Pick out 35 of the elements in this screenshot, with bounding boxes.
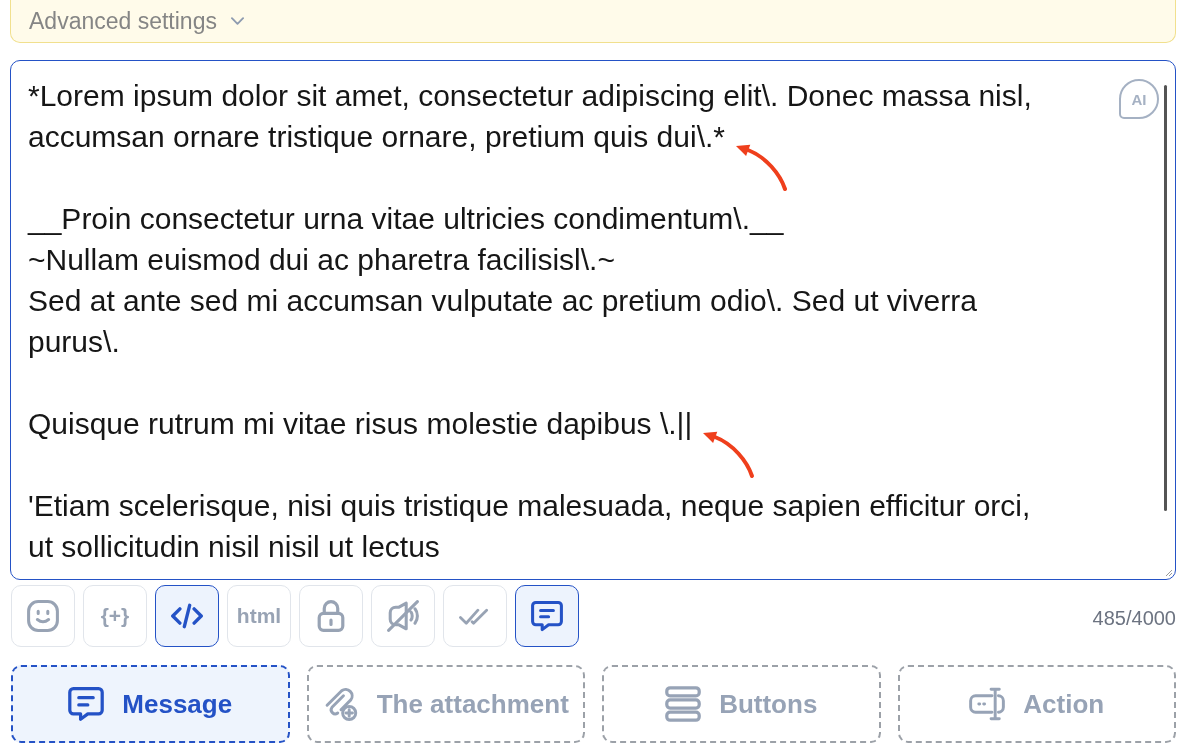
- speech-bubble-icon: [68, 686, 105, 722]
- mute-button[interactable]: [371, 585, 435, 647]
- message-text-line: __Proin consectetur urna vitae ultricies condimentum\.__: [28, 201, 784, 237]
- message-type-tab[interactable]: Action: [897, 665, 1176, 743]
- lock-button[interactable]: [299, 585, 363, 647]
- message-text-line: *Lorem ipsum dolor sit amet, consectetur adipiscing elit\. Donec massa nisl,: [28, 78, 1032, 114]
- lock-icon: [315, 600, 347, 632]
- message-type-tab[interactable]: Buttons: [602, 665, 881, 743]
- message-text-line: 'Etiam scelerisque, nisi quis tristique malesuada, neque sapien efficitur orci,: [28, 488, 1031, 524]
- resize-handle-icon[interactable]: [1163, 567, 1173, 577]
- message-text-line: ~Nullam euismod dui ac pharetra facilisisl\.~: [28, 242, 615, 278]
- code-view-button[interactable]: [155, 585, 219, 647]
- read-receipt-button[interactable]: [443, 585, 507, 647]
- message-text-line: Quisque rutrum mi vitae risus molestie dapibus \.||: [28, 406, 693, 442]
- ai-assistant-button[interactable]: AI: [1119, 79, 1159, 119]
- scrollbar[interactable]: [1164, 85, 1167, 511]
- text-cursor-box-icon: [969, 686, 1006, 722]
- stacked-bars-icon: [665, 686, 702, 722]
- advanced-settings-toggle[interactable]: Advanced settings: [29, 7, 244, 35]
- speech-bubble-icon: [531, 600, 563, 632]
- emoji-button[interactable]: [11, 585, 75, 647]
- smiley-icon: [27, 600, 59, 632]
- variable-button[interactable]: {+}: [83, 585, 147, 647]
- message-button[interactable]: [515, 585, 579, 647]
- message-text-line: purus\.: [28, 324, 120, 360]
- message-text-area[interactable]: [10, 60, 1176, 580]
- message-text-line: accumsan ornare tristique ornare, pretium quis dui\.*: [28, 119, 725, 155]
- html-button[interactable]: html: [227, 585, 291, 647]
- chevron-down-icon: [230, 17, 244, 25]
- message-text-line: Sed at ante sed mi accumsan vulputate ac pretium odio\. Sed ut viverra: [28, 283, 977, 319]
- muted-speaker-icon: [387, 600, 419, 632]
- message-text-line: ut sollicitudin nisil nisil ut lectus: [28, 529, 440, 565]
- message-type-tab[interactable]: Message: [11, 665, 290, 743]
- character-counter: 485/4000: [1092, 606, 1176, 630]
- message-type-tab[interactable]: The attachment: [306, 665, 585, 743]
